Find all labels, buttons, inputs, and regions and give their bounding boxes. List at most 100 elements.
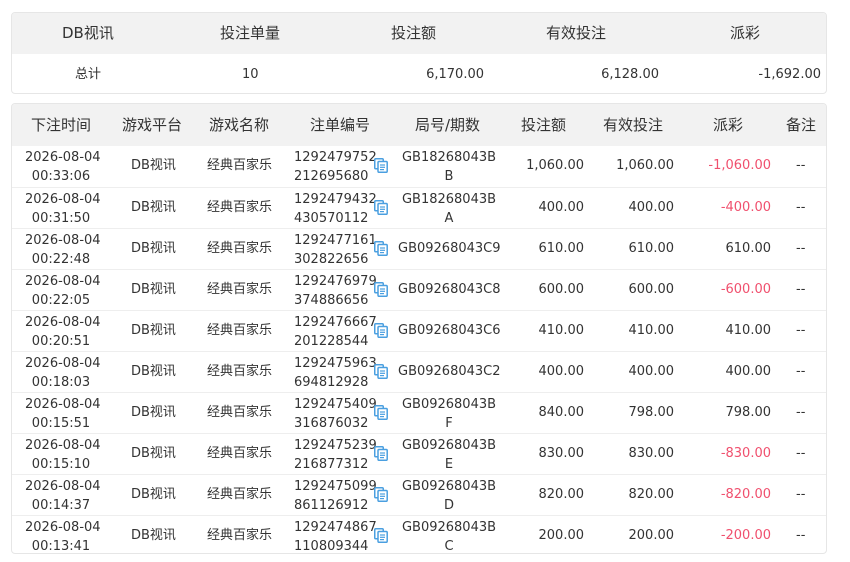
order-number-line1: 1292475409 <box>294 397 377 412</box>
order-number-line2: 430570112 <box>294 211 369 226</box>
payout-cell: -400.00 <box>720 200 771 215</box>
order-number-line2: 110809344 <box>294 539 369 554</box>
copy-icon[interactable] <box>374 323 388 339</box>
table-row: 2026-08-04 00:15:10 DB视讯 经典百家乐 1292475239 216… <box>12 433 826 474</box>
valid-bet-cell: 830.00 <box>628 446 675 461</box>
bet-clock: 00:15:10 <box>31 457 91 472</box>
round-cell: GB09268043B C <box>398 518 500 554</box>
order-number-cell: 1292475963 694812928 <box>294 354 377 392</box>
valid-bet-cell: 610.00 <box>628 241 675 256</box>
game-name-cell: 经典百家乐 <box>207 158 273 173</box>
payout-cell: 610.00 <box>725 241 772 256</box>
header-platform: 游戏平台 <box>122 116 183 134</box>
bet-clock: 00:15:51 <box>31 416 91 431</box>
table-row: 2026-08-04 00:22:05 DB视讯 经典百家乐 1292476979 374… <box>12 269 826 310</box>
order-number-line2: 316876032 <box>294 416 369 431</box>
header-game: 游戏名称 <box>209 116 270 134</box>
order-number-line2: 374886656 <box>294 293 369 308</box>
copy-icon[interactable] <box>374 446 388 462</box>
order-number-cell: 1292475409 316876032 <box>294 395 377 433</box>
payout-cell: 798.00 <box>725 405 772 420</box>
table-header: 下注时间 游戏平台 游戏名称 注单编号 局号/期数 投注额 有效投注 派彩 备注 <box>12 104 826 146</box>
summary-total-payout: -1,692.00 <box>758 67 821 82</box>
copy-icon[interactable] <box>374 200 388 216</box>
summary-total-label: 总计 <box>75 67 102 82</box>
round-line2: E <box>444 457 454 472</box>
valid-bet-cell: 410.00 <box>628 323 675 338</box>
bet-date: 2026-08-04 <box>25 315 101 330</box>
copy-icon[interactable] <box>374 158 388 174</box>
bet-time-cell: 2026-08-04 00:13:41 <box>25 518 101 553</box>
bet-amount-cell: 840.00 <box>538 405 585 420</box>
note-cell: -- <box>796 446 806 461</box>
platform-cell: DB视讯 <box>131 528 176 543</box>
round-cell: GB09268043C2 <box>398 364 501 379</box>
note-cell: -- <box>796 158 806 173</box>
order-number-cell: 1292476979 374886656 <box>294 272 377 310</box>
round-cell: GB09268043C8 <box>398 282 501 297</box>
round-line2: D <box>443 498 454 513</box>
game-name-cell: 经典百家乐 <box>207 364 273 379</box>
table-row: 2026-08-04 00:13:41 DB视讯 经典百家乐 1292474867 110… <box>12 515 826 554</box>
valid-bet-cell: 1,060.00 <box>616 158 674 173</box>
game-name-cell: 经典百家乐 <box>207 323 273 338</box>
copy-icon[interactable] <box>374 241 388 257</box>
bet-amount-cell: 410.00 <box>538 323 585 338</box>
order-number-cell: 1292479432 430570112 <box>294 190 377 228</box>
round-line1: GB09268043B <box>401 397 497 412</box>
payout-cell: 410.00 <box>725 323 772 338</box>
round-cell: GB09268043B E <box>398 436 500 474</box>
game-name-cell: 经典百家乐 <box>207 446 273 461</box>
valid-bet-cell: 400.00 <box>628 200 675 215</box>
order-number-cell: 1292475239 216877312 <box>294 436 377 474</box>
note-cell: -- <box>796 241 806 256</box>
copy-icon[interactable] <box>374 282 388 298</box>
round-cell: GB09268043C6 <box>398 323 501 338</box>
order-number-line1: 1292474867 <box>294 520 377 535</box>
summary-total-amount: 6,170.00 <box>426 67 484 82</box>
bet-time-cell: 2026-08-04 00:18:03 <box>25 354 101 392</box>
game-name-cell: 经典百家乐 <box>207 528 273 543</box>
round-cell: GB09268043B F <box>398 395 500 433</box>
order-number-line1: 1292476979 <box>294 274 377 289</box>
valid-bet-cell: 200.00 <box>628 528 675 543</box>
header-order: 注单编号 <box>310 116 371 134</box>
round-line2: A <box>444 211 454 226</box>
order-number-cell: 1292479752 212695680 <box>294 148 377 186</box>
order-number-cell: 1292475099 861126912 <box>294 477 377 515</box>
platform-cell: DB视讯 <box>131 282 176 297</box>
summary-header-amount: 投注额 <box>391 24 437 42</box>
bet-time-cell: 2026-08-04 00:22:05 <box>25 272 101 310</box>
copy-icon[interactable] <box>374 364 388 380</box>
bet-amount-cell: 1,060.00 <box>526 158 584 173</box>
platform-cell: DB视讯 <box>131 323 176 338</box>
round-line2: B <box>444 169 454 184</box>
round-line2: C <box>444 539 454 554</box>
copy-icon[interactable] <box>374 528 388 544</box>
summary-totals-row: 总计 10 6,170.00 6,128.00 -1,692.00 <box>12 54 826 93</box>
copy-icon[interactable] <box>374 487 388 503</box>
header-valid: 有效投注 <box>603 116 664 134</box>
payout-cell: -820.00 <box>720 487 771 502</box>
bet-clock: 00:22:05 <box>31 293 91 308</box>
table-row: 2026-08-04 00:20:51 DB视讯 经典百家乐 1292476667 201… <box>12 310 826 351</box>
copy-icon[interactable] <box>374 405 388 421</box>
table-row: 2026-08-04 00:31:50 DB视讯 经典百家乐 1292479432 430… <box>12 187 826 228</box>
platform-cell: DB视讯 <box>131 446 176 461</box>
valid-bet-cell: 798.00 <box>628 405 675 420</box>
bet-clock: 00:20:51 <box>31 334 91 349</box>
payout-cell: -830.00 <box>720 446 771 461</box>
round-cell: GB09268043C9 <box>398 241 501 256</box>
game-name-cell: 经典百家乐 <box>207 200 273 215</box>
round-line1: GB09268043B <box>401 438 497 453</box>
order-number-line1: 1292479432 <box>294 192 377 207</box>
header-amount: 投注额 <box>521 116 567 134</box>
order-number-cell: 1292474867 110809344 <box>294 518 377 554</box>
note-cell: -- <box>796 405 806 420</box>
table-row: 2026-08-04 00:22:48 DB视讯 经典百家乐 1292477161 302… <box>12 228 826 269</box>
round-cell: GB18268043B B <box>398 148 500 186</box>
order-number-line1: 1292476667 <box>294 315 377 330</box>
note-cell: -- <box>796 528 806 543</box>
bet-date: 2026-08-04 <box>25 479 101 494</box>
round-cell: GB09268043B D <box>398 477 500 515</box>
